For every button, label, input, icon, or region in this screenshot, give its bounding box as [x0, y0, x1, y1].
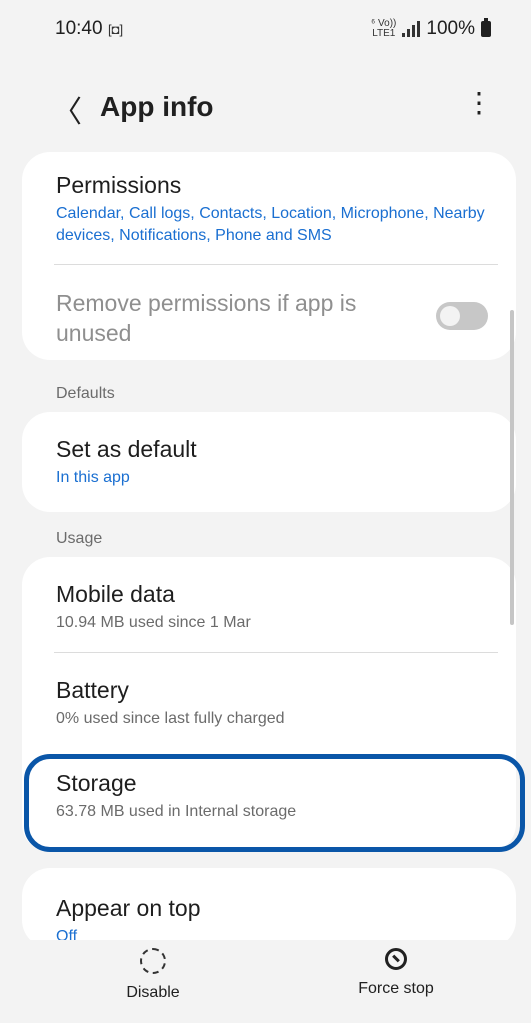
battery-title: Battery [56, 677, 129, 703]
appear-on-top-title: Appear on top [56, 895, 201, 921]
divider [54, 264, 498, 265]
permissions-summary: Calendar, Call logs, Contacts, Location,… [56, 205, 485, 244]
mobile-data-sub: 10.94 MB used since 1 Mar [56, 614, 251, 631]
force-stop-label: Force stop [358, 980, 434, 997]
status-right: ⁶ Vo)) LTE1 100% [371, 18, 491, 40]
set-as-default-sub: In this app [56, 469, 130, 486]
section-usage: Usage [56, 530, 103, 547]
disable-icon [140, 948, 166, 974]
status-time: 10:40 [55, 18, 103, 39]
set-as-default-title: Set as default [56, 436, 197, 462]
battery-item[interactable]: Battery 0% used since last fully charged [56, 677, 496, 728]
toggle-knob [440, 306, 460, 326]
mobile-data-item[interactable]: Mobile data 10.94 MB used since 1 Mar [56, 581, 496, 632]
status-bar: 10:40 [◘] ⁶ Vo)) LTE1 100% [0, 0, 531, 60]
battery-icon [481, 18, 491, 37]
remove-permissions-toggle[interactable] [436, 302, 488, 330]
screen-record-icon: [◘] [108, 22, 124, 37]
divider [54, 652, 498, 653]
more-options-icon[interactable]: ⋮ [465, 89, 493, 117]
remove-permissions-item[interactable]: Remove permissions if app is unused [56, 288, 386, 348]
scrollbar[interactable] [510, 310, 514, 625]
network-indicator: ⁶ Vo)) LTE1 [371, 19, 396, 39]
force-stop-icon [385, 948, 407, 970]
defaults-card: Set as default In this app [22, 412, 516, 512]
permissions-title: Permissions [56, 172, 182, 198]
back-icon[interactable]: 〈 [52, 87, 82, 131]
app-bar: 〈 App info ⋮ [0, 75, 531, 140]
appear-on-top-card: Appear on top Off [22, 868, 516, 948]
section-defaults: Defaults [56, 385, 115, 402]
bottom-action-bar: Disable Force stop [0, 940, 531, 1023]
force-stop-button[interactable]: Force stop [316, 948, 476, 998]
permissions-card: Permissions Calendar, Call logs, Contact… [22, 152, 516, 360]
signal-icon [402, 21, 421, 37]
permissions-item[interactable]: Permissions Calendar, Call logs, Contact… [56, 172, 496, 247]
appear-on-top-item[interactable]: Appear on top Off [56, 895, 496, 946]
page-title: App info [100, 91, 214, 122]
set-as-default-item[interactable]: Set as default In this app [56, 436, 496, 487]
battery-percent: 100% [426, 18, 475, 39]
disable-button[interactable]: Disable [73, 948, 233, 1002]
mobile-data-title: Mobile data [56, 581, 175, 607]
battery-sub: 0% used since last fully charged [56, 710, 285, 727]
remove-permissions-label: Remove permissions if app is unused [56, 290, 357, 346]
storage-highlight-outline [24, 754, 525, 852]
disable-label: Disable [126, 984, 180, 1001]
network-bottom: LTE1 [372, 28, 396, 39]
